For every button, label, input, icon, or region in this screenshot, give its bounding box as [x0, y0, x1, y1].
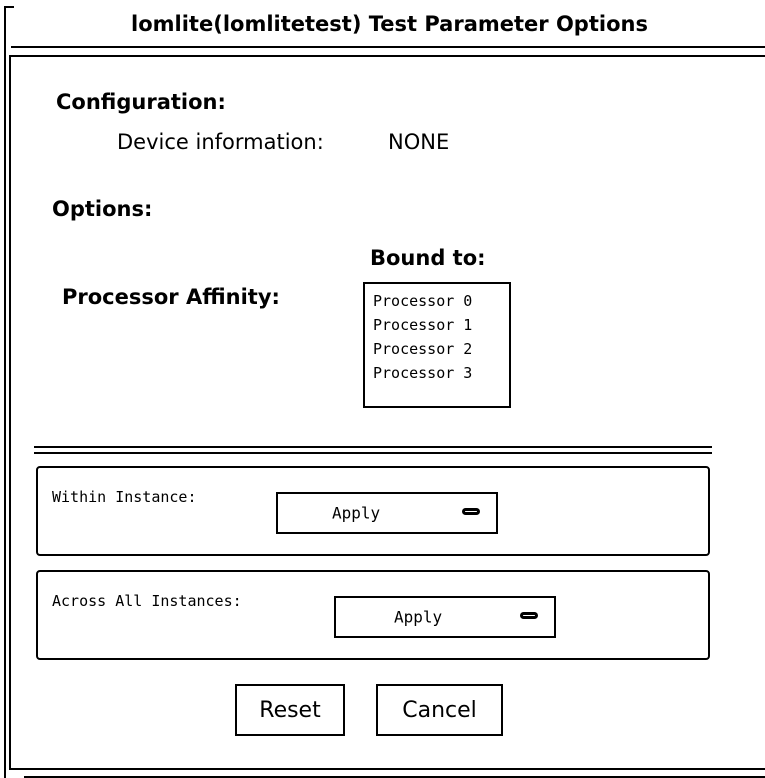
within-instance-label: Within Instance:	[52, 488, 197, 506]
within-instance-apply-label: Apply	[332, 503, 381, 523]
window-frame-left	[4, 6, 6, 778]
processor-affinity-label: Processor Affinity:	[62, 285, 280, 309]
across-instances-apply-button[interactable]: Apply	[334, 596, 556, 638]
across-instances-apply-label: Apply	[394, 607, 443, 627]
title-rule-bottom	[11, 55, 765, 57]
list-item-processor-0[interactable]: Processor 0	[373, 289, 509, 313]
across-instances-group: Across All Instances: Apply	[36, 570, 710, 660]
reset-button[interactable]: Reset	[235, 684, 345, 736]
cancel-button[interactable]: Cancel	[376, 684, 503, 736]
within-instance-apply-button[interactable]: Apply	[276, 492, 498, 534]
list-item-processor-2[interactable]: Processor 2	[373, 337, 509, 361]
window-frame-inner-left	[9, 55, 11, 770]
window-title: lomlite(lomlitetest) Test Parameter Opti…	[131, 12, 648, 36]
list-item-processor-3[interactable]: Processor 3	[373, 361, 509, 385]
across-instances-label: Across All Instances:	[52, 592, 242, 610]
configuration-heading: Configuration:	[56, 90, 226, 114]
window-frame-bottom	[9, 768, 765, 770]
separator-line	[34, 446, 712, 448]
device-info-label: Device information:	[117, 130, 324, 154]
within-instance-group: Within Instance: Apply	[36, 466, 710, 556]
processor-list[interactable]: Processor 0 Processor 1 Processor 2 Proc…	[363, 282, 511, 408]
window-frame-corner	[4, 6, 14, 8]
bound-to-label: Bound to:	[370, 246, 486, 270]
list-item-processor-1[interactable]: Processor 1	[373, 313, 509, 337]
device-info-value: NONE	[388, 130, 450, 154]
separator-line-2	[34, 452, 712, 454]
title-rule-top	[11, 46, 765, 48]
options-heading: Options:	[52, 197, 153, 221]
menu-indicator-icon	[520, 612, 538, 619]
menu-indicator-icon	[462, 508, 480, 515]
